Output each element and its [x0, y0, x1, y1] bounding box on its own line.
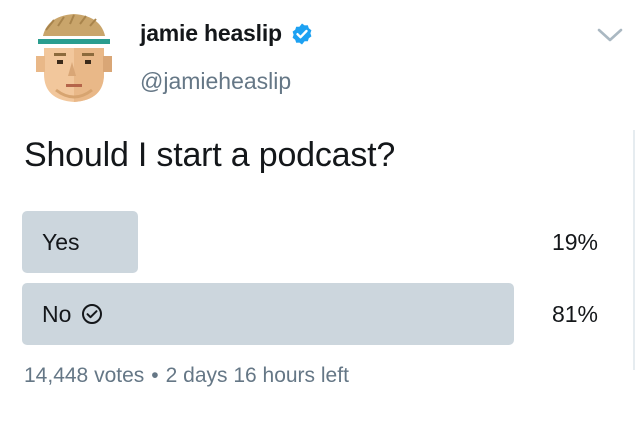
poll-bar-yes — [22, 211, 138, 273]
poll-option-no[interactable]: No 81% — [22, 283, 600, 345]
poll-option-label: No — [42, 300, 72, 327]
panel-edge-divider — [633, 130, 635, 370]
chevron-down-icon[interactable] — [596, 26, 624, 44]
poll-option-yes[interactable]: Yes 19% — [22, 211, 600, 273]
poll-footer-separator: • — [151, 364, 159, 387]
poll-label-yes: Yes — [42, 211, 80, 273]
poll-time-left: 2 days 16 hours left — [165, 364, 349, 387]
author-handle[interactable]: @jamieheaslip — [140, 68, 291, 95]
verified-badge-icon — [292, 23, 312, 44]
author-display-name[interactable]: jamie heaslip — [140, 20, 282, 47]
poll-label-no: No — [42, 283, 103, 345]
poll-percent-yes: 19% — [551, 228, 598, 255]
poll-vote-count: 14,448 votes — [24, 364, 145, 387]
cartoon-avatar-headband-icon[interactable] — [24, 8, 124, 108]
poll-option-label: Yes — [42, 228, 80, 255]
check-circle-icon — [82, 304, 103, 324]
tweet-text: Should I start a podcast? — [24, 136, 396, 174]
poll-percent-no: 81% — [551, 300, 598, 327]
author-name-row[interactable]: jamie heaslip — [140, 20, 314, 47]
poll-footer: 14,448 votes • 2 days 16 hours left — [24, 364, 349, 388]
